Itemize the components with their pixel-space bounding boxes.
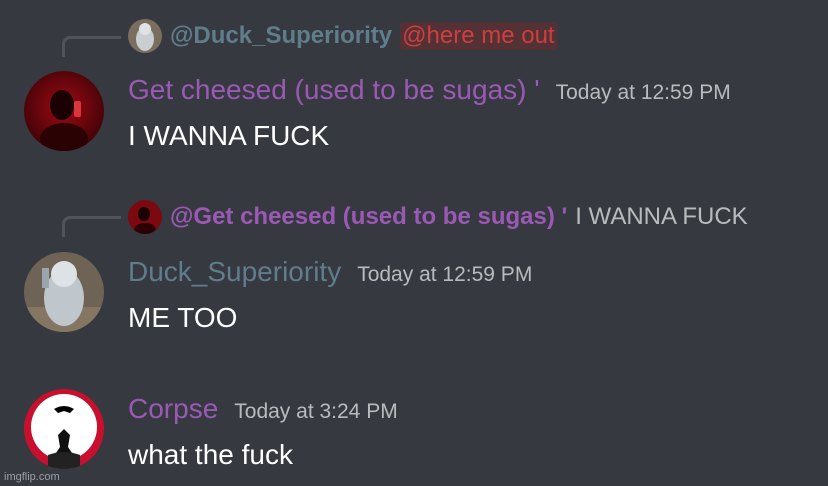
message-header: Duck_Superiority Today at 12:59 PM: [128, 256, 532, 288]
red-photo-avatar-icon[interactable]: [128, 200, 162, 234]
reply-reference[interactable]: @Get cheesed (used to be sugas) ' I WANN…: [128, 200, 748, 234]
red-photo-avatar-icon[interactable]: [24, 71, 104, 151]
timestamp[interactable]: Today at 12:59 PM: [357, 263, 532, 287]
username[interactable]: Corpse: [128, 393, 218, 425]
timestamp[interactable]: Today at 3:24 PM: [234, 400, 397, 424]
message-content: I WANNA FUCK: [128, 120, 330, 151]
username[interactable]: Duck_Superiority: [128, 256, 341, 288]
timestamp[interactable]: Today at 12:59 PM: [556, 81, 731, 105]
username[interactable]: Get cheesed (used to be sugas) ': [128, 74, 540, 106]
corpse-avatar-icon[interactable]: [24, 389, 104, 469]
duck-avatar-icon[interactable]: [128, 19, 162, 53]
reply-reference[interactable]: @Duck_Superiority @here me out: [128, 19, 557, 53]
reply-preview-text[interactable]: I WANNA FUCK: [575, 203, 747, 231]
message-header: Corpse Today at 3:24 PM: [128, 393, 398, 425]
message-content: ME TOO: [128, 302, 238, 333]
reply-connector: [62, 216, 121, 237]
watermark: imgflip.com: [4, 471, 60, 483]
message-header: Get cheesed (used to be sugas) ' Today a…: [128, 74, 731, 106]
reply-author[interactable]: @Duck_Superiority: [170, 22, 392, 50]
duck-avatar-icon[interactable]: [24, 252, 104, 332]
message-content: what the fuck: [128, 439, 293, 470]
reply-connector: [62, 36, 121, 57]
reply-preview-mention[interactable]: @here me out: [400, 22, 557, 50]
reply-author[interactable]: @Get cheesed (used to be sugas) ': [170, 203, 567, 231]
